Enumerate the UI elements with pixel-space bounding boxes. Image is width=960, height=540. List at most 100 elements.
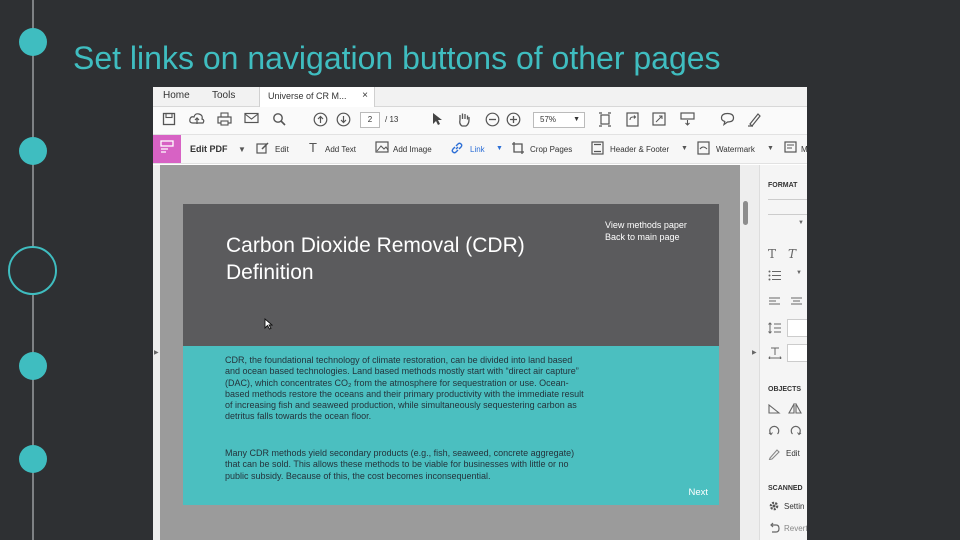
paragraph-line: that can be sold. This allows these meth… bbox=[225, 459, 569, 470]
edit-pencil-icon[interactable] bbox=[768, 448, 780, 463]
gear-icon[interactable] bbox=[768, 500, 780, 515]
header-footer-icon[interactable] bbox=[591, 141, 604, 158]
align-left-icon[interactable] bbox=[768, 297, 781, 310]
collapse-right-icon[interactable]: ▶ bbox=[752, 349, 757, 356]
highlight-pen-icon[interactable] bbox=[746, 112, 762, 128]
more-tools-label[interactable]: M bbox=[801, 145, 807, 154]
crop-pages-icon[interactable] bbox=[511, 141, 525, 158]
tab-document-label: Universe of CR M... bbox=[268, 91, 347, 101]
tab-home[interactable]: Home bbox=[163, 90, 190, 101]
left-collapse-strip[interactable]: ▶ bbox=[153, 165, 160, 540]
keyboard-icon[interactable] bbox=[679, 112, 695, 128]
link-button[interactable]: Link bbox=[470, 145, 485, 154]
next-link[interactable]: Next bbox=[688, 487, 708, 498]
next-page-icon[interactable] bbox=[335, 112, 351, 128]
add-image-icon[interactable] bbox=[375, 141, 389, 156]
watermark-button[interactable]: Watermark bbox=[716, 145, 755, 154]
revert-icon[interactable] bbox=[768, 522, 780, 536]
print-icon[interactable] bbox=[216, 112, 232, 128]
zoom-in-icon[interactable] bbox=[505, 112, 521, 128]
link-icon[interactable] bbox=[450, 141, 464, 158]
paragraph-line: and ocean based technologies. Land based… bbox=[225, 366, 579, 377]
edit-button[interactable]: Edit bbox=[275, 145, 289, 154]
add-image-button[interactable]: Add Image bbox=[393, 145, 432, 154]
paragraph-line: public subsidy. Because of this, the cos… bbox=[225, 470, 491, 481]
email-icon[interactable] bbox=[243, 112, 259, 128]
watermark-icon[interactable] bbox=[697, 141, 710, 158]
close-icon[interactable]: × bbox=[362, 90, 368, 101]
bullet-list-icon[interactable] bbox=[768, 270, 782, 284]
rotate-left-icon[interactable] bbox=[768, 425, 780, 440]
char-spacing-icon[interactable] bbox=[768, 347, 782, 362]
search-icon[interactable] bbox=[271, 112, 287, 128]
flip-horizontal-icon[interactable] bbox=[788, 401, 802, 417]
paragraph-line: (DAC), which concentrates CO₂ from the a… bbox=[225, 377, 569, 388]
hand-tool-icon[interactable] bbox=[456, 112, 472, 128]
save-icon[interactable] bbox=[161, 112, 177, 128]
paragraph-line: based methods restore the oceans and the… bbox=[225, 388, 584, 399]
page-heading: Carbon Dioxide Removal (CDR) Definition bbox=[226, 232, 606, 286]
add-text-icon[interactable]: T bbox=[309, 140, 317, 155]
rotate-icon[interactable] bbox=[624, 112, 640, 128]
line-spacing-input[interactable] bbox=[787, 319, 807, 337]
page-header-block: Carbon Dioxide Removal (CDR) Definition … bbox=[183, 204, 719, 346]
previous-page-icon[interactable] bbox=[312, 112, 328, 128]
zoom-select[interactable]: 57% ▼ bbox=[533, 112, 585, 128]
header-footer-button[interactable]: Header & Footer bbox=[610, 145, 669, 154]
timeline-dot bbox=[19, 137, 47, 165]
font-dropdown-line[interactable] bbox=[768, 199, 807, 200]
back-to-main-link[interactable]: Back to main page bbox=[605, 231, 687, 243]
zoom-out-icon[interactable] bbox=[484, 112, 500, 128]
select-cursor-icon[interactable] bbox=[429, 112, 445, 128]
page-number-input[interactable]: 2 bbox=[360, 112, 380, 128]
format-heading: FORMAT bbox=[768, 182, 798, 189]
line-spacing-icon[interactable] bbox=[768, 322, 782, 337]
timeline-dot bbox=[19, 352, 47, 380]
tab-document[interactable]: Universe of CR M... × bbox=[259, 87, 375, 108]
revert-label[interactable]: Revert bbox=[784, 524, 807, 533]
objects-heading: OBJECTS bbox=[768, 386, 802, 393]
comment-icon[interactable] bbox=[719, 112, 735, 128]
vertical-scrollbar[interactable] bbox=[740, 165, 752, 540]
flip-icon[interactable] bbox=[768, 403, 781, 417]
edit-pdf-icon[interactable] bbox=[153, 135, 181, 163]
right-collapse-strip[interactable]: ▶ bbox=[752, 165, 759, 540]
add-text-button[interactable]: Add Text bbox=[325, 145, 356, 154]
view-methods-link[interactable]: View methods paper bbox=[605, 219, 687, 231]
crop-pages-button[interactable]: Crop Pages bbox=[530, 145, 572, 154]
timeline-dot bbox=[19, 445, 47, 473]
chevron-down-icon[interactable]: ▼ bbox=[767, 145, 774, 152]
zoom-value: 57% bbox=[540, 115, 557, 124]
italic-icon[interactable]: T bbox=[788, 247, 796, 261]
chevron-down-icon: ▼ bbox=[573, 116, 580, 123]
fit-page-icon[interactable] bbox=[597, 112, 613, 128]
expand-left-icon[interactable]: ▶ bbox=[154, 349, 159, 356]
more-tools-icon[interactable] bbox=[784, 141, 797, 156]
full-screen-icon[interactable] bbox=[651, 112, 667, 128]
chevron-down-icon[interactable]: ▼ bbox=[496, 145, 503, 152]
edit-pdf-label[interactable]: Edit PDF bbox=[190, 144, 228, 154]
page-heading-line: Carbon Dioxide Removal (CDR) bbox=[226, 234, 525, 257]
chevron-down-icon[interactable]: ▼ bbox=[796, 270, 802, 276]
settings-label[interactable]: Settin bbox=[784, 502, 804, 511]
chevron-down-icon[interactable]: ▼ bbox=[798, 220, 804, 226]
paragraph-line: CDR, the foundational technology of clim… bbox=[225, 355, 573, 365]
tab-tools[interactable]: Tools bbox=[212, 90, 235, 101]
char-spacing-input[interactable] bbox=[787, 344, 807, 362]
rotate-right-icon[interactable] bbox=[790, 425, 802, 440]
timeline-dot bbox=[19, 28, 47, 56]
size-dropdown-line[interactable] bbox=[768, 214, 807, 215]
document-page: Carbon Dioxide Removal (CDR) Definition … bbox=[183, 204, 719, 505]
edit-tool-icon[interactable] bbox=[256, 141, 270, 158]
align-center-icon[interactable] bbox=[790, 297, 803, 310]
page-body-block: CDR, the foundational technology of clim… bbox=[183, 346, 719, 505]
mouse-cursor-icon bbox=[264, 318, 274, 333]
edit-pdf-toolbar: Edit PDF ▼ Edit T Add Text Add Image Lin… bbox=[153, 135, 807, 164]
chevron-down-icon[interactable]: ▼ bbox=[681, 145, 688, 152]
text-style-icon[interactable]: T bbox=[768, 247, 776, 261]
edit-using-label[interactable]: Edit bbox=[786, 449, 800, 458]
upload-cloud-icon[interactable] bbox=[189, 112, 205, 128]
chevron-down-icon[interactable]: ▼ bbox=[238, 145, 246, 154]
scrollbar-thumb[interactable] bbox=[743, 201, 748, 225]
main-toolbar: 2 / 13 57% ▼ bbox=[153, 107, 807, 135]
